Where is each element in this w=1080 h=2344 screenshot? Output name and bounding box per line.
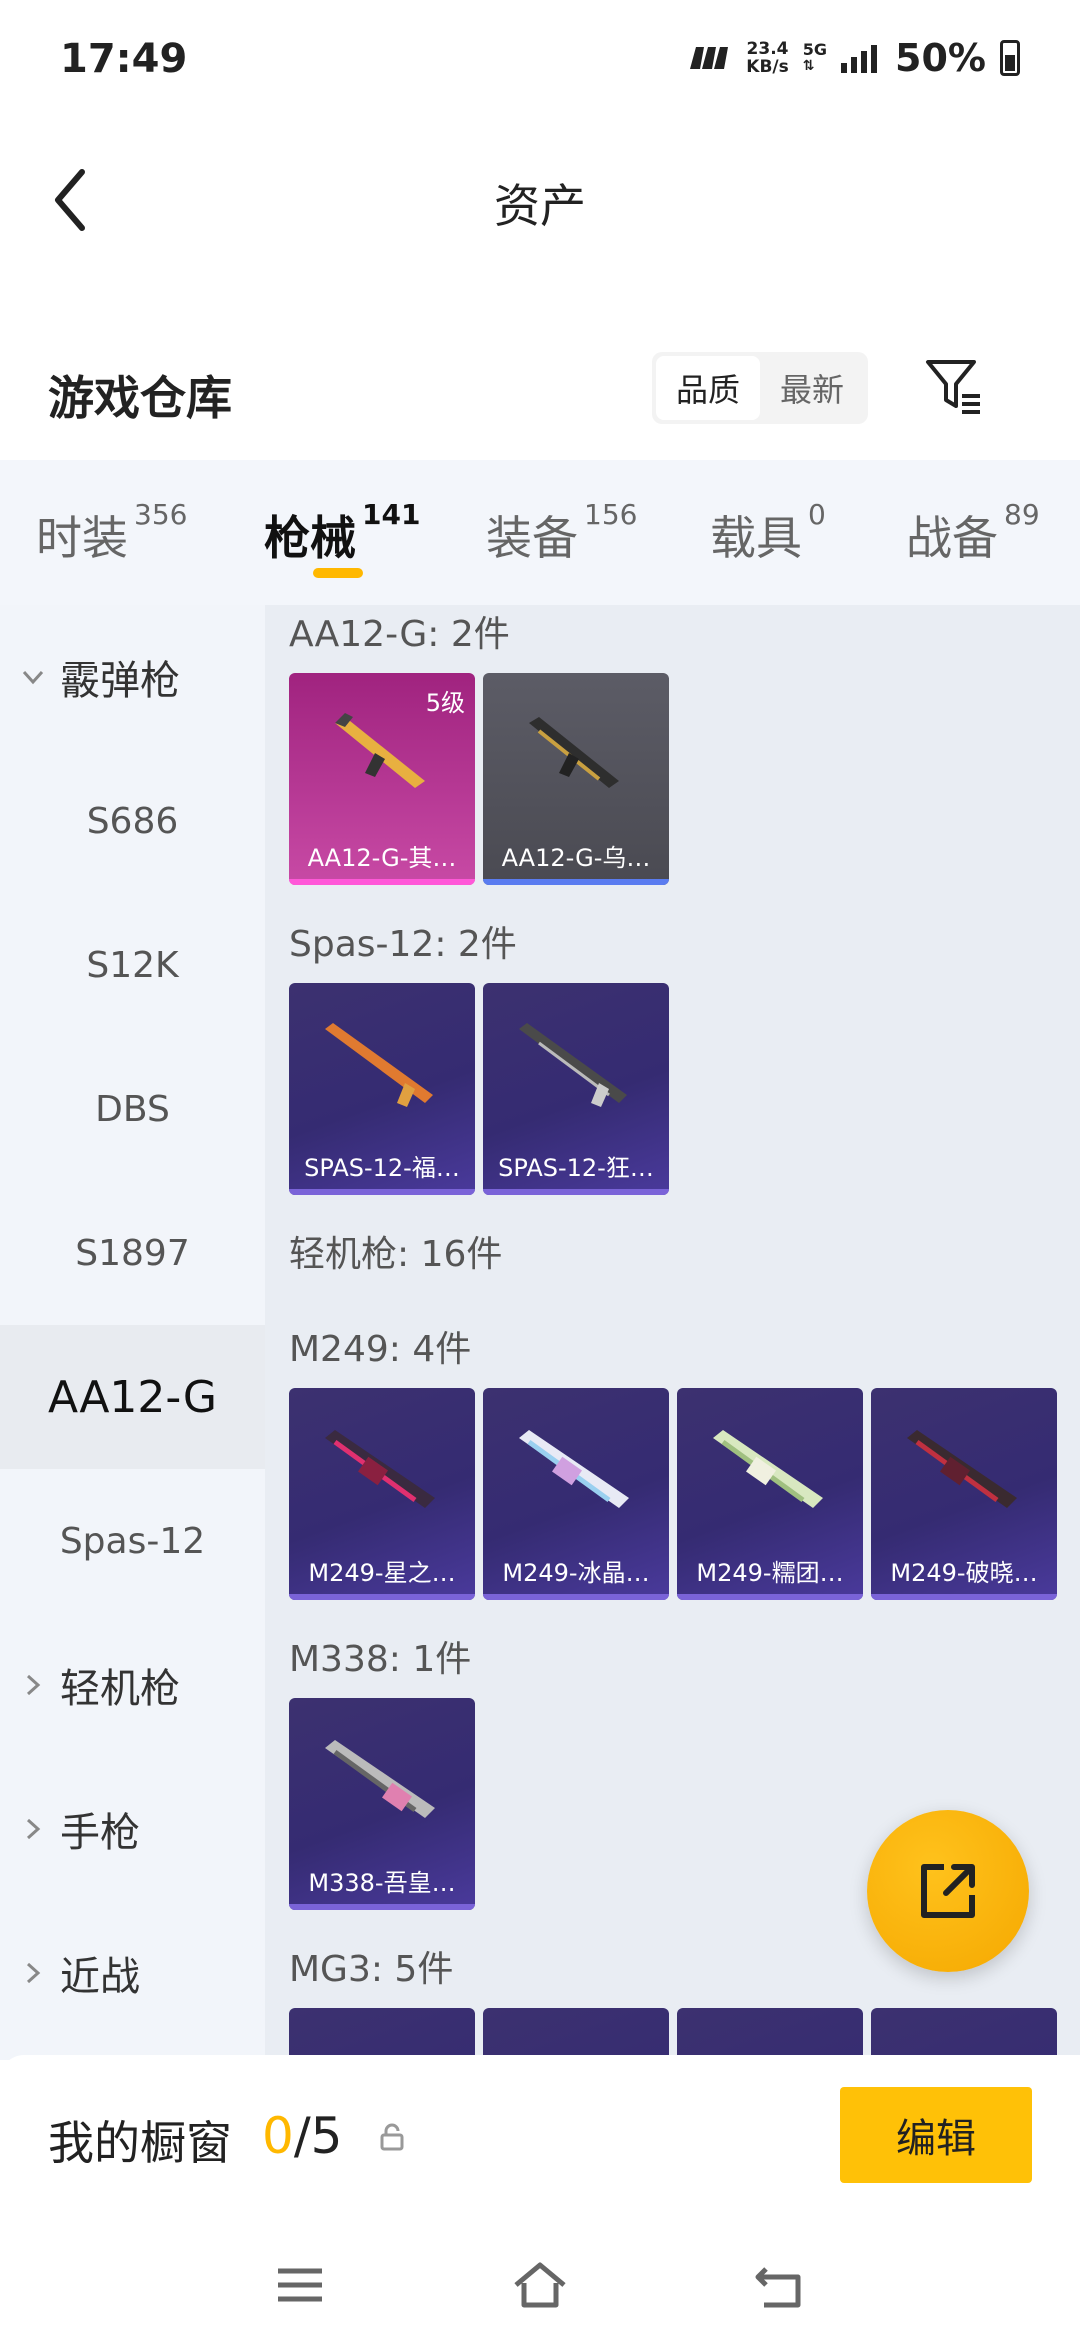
weapon-sidebar: 霰弹枪 S686 S12K DBS S1897 AA12-G Spas-12 轻… bbox=[0, 605, 265, 2060]
tab-equipment[interactable]: 装备 156 bbox=[486, 498, 637, 568]
status-bar: 17:49 23.4 KB/s 5G ⇅ 50% bbox=[0, 0, 1080, 120]
gun-icon bbox=[519, 1430, 629, 1508]
gun-icon bbox=[325, 1430, 435, 1508]
tab-supplies[interactable]: 战备 89 bbox=[906, 498, 1040, 568]
group-label-lmg: 轻机枪: 16件 bbox=[289, 1234, 503, 1275]
weapon-card[interactable] bbox=[483, 2008, 669, 2055]
system-nav-bar bbox=[0, 2225, 1080, 2344]
gun-icon bbox=[907, 1430, 1017, 1508]
sidebar-item-aa12g[interactable]: AA12-G bbox=[0, 1325, 265, 1469]
back-icon[interactable] bbox=[750, 2255, 810, 2315]
signal-icon bbox=[841, 45, 878, 73]
sidebar-item-s12k[interactable]: S12K bbox=[0, 893, 265, 1037]
status-right: 23.4 KB/s 5G ⇅ 50% bbox=[686, 36, 1020, 80]
sidebar-item-spas12[interactable]: Spas-12 bbox=[0, 1469, 265, 1613]
weapon-card[interactable]: 5级 AA12-G-其… bbox=[289, 673, 475, 885]
gun-icon bbox=[529, 717, 619, 788]
group-label-m249: M249: 4件 bbox=[289, 1329, 472, 1370]
gun-icon bbox=[325, 1023, 433, 1107]
weapon-card[interactable] bbox=[677, 2008, 863, 2055]
tab-vehicles[interactable]: 载具 0 bbox=[710, 498, 826, 568]
gun-icon bbox=[325, 1740, 435, 1818]
group-label-spas12: Spas-12: 2件 bbox=[289, 924, 517, 965]
sort-quality-button[interactable]: 品质 bbox=[656, 356, 760, 420]
sort-toggle: 品质 最新 bbox=[652, 352, 868, 424]
showcase-count: 0/5 bbox=[262, 2107, 343, 2165]
chevron-right-icon bbox=[26, 1674, 41, 1696]
sidebar-category-melee[interactable]: 近战 bbox=[0, 1901, 265, 2045]
lock-icon bbox=[380, 2123, 404, 2151]
network-speed: 23.4 KB/s bbox=[746, 39, 789, 77]
weapon-card[interactable]: M338-吾皇… bbox=[289, 1698, 475, 1910]
share-icon bbox=[921, 1864, 975, 1918]
sidebar-category-pistol[interactable]: 手枪 bbox=[0, 1757, 265, 1901]
weapon-card[interactable]: SPAS-12-福… bbox=[289, 983, 475, 1195]
battery-icon bbox=[1000, 40, 1020, 76]
weapon-card[interactable]: AA12-G-乌… bbox=[483, 673, 669, 885]
menu-icon[interactable] bbox=[270, 2255, 330, 2315]
sidebar-category-lmg[interactable]: 轻机枪 bbox=[0, 1613, 265, 1757]
chevron-right-icon bbox=[26, 1962, 41, 1984]
weapon-card[interactable]: M249-糯团… bbox=[677, 1388, 863, 1600]
tab-fashion[interactable]: 时装 356 bbox=[36, 498, 187, 568]
chevron-right-icon bbox=[26, 1818, 41, 1840]
weapon-card[interactable] bbox=[289, 2008, 475, 2055]
sidebar-item-dbs[interactable]: DBS bbox=[0, 1037, 265, 1181]
chevron-down-icon bbox=[22, 670, 44, 685]
active-tab-indicator bbox=[313, 568, 363, 578]
status-time: 17:49 bbox=[60, 36, 188, 82]
weapon-card[interactable]: M249-冰晶… bbox=[483, 1388, 669, 1600]
weapon-card[interactable] bbox=[871, 2008, 1057, 2055]
gun-icon bbox=[335, 713, 425, 788]
category-tabs: 时装 356 枪械 141 装备 156 载具 0 战备 89 bbox=[0, 460, 1080, 605]
tab-weapons[interactable]: 枪械 141 bbox=[264, 498, 420, 568]
filter-icon[interactable] bbox=[922, 354, 986, 418]
network-speed-logo-icon bbox=[690, 47, 729, 69]
group-label-mg3: MG3: 5件 bbox=[289, 1949, 454, 1990]
app-bar: 资产 bbox=[0, 120, 1080, 280]
sidebar-category-shotgun[interactable]: 霰弹枪 bbox=[0, 605, 265, 749]
page-title: 资产 bbox=[494, 179, 586, 233]
showcase-bar: 我的橱窗 0/5 编辑 bbox=[0, 2055, 1080, 2225]
battery-percent: 50% bbox=[895, 36, 986, 80]
edit-button[interactable]: 编辑 bbox=[840, 2087, 1032, 2183]
group-label-aa12g: AA12-G: 2件 bbox=[289, 614, 510, 655]
network-type: 5G ⇅ bbox=[802, 40, 828, 75]
share-button[interactable] bbox=[867, 1810, 1029, 1972]
gun-icon bbox=[519, 1023, 627, 1107]
home-icon[interactable] bbox=[510, 2255, 570, 2315]
warehouse-header: 游戏仓库 品质 最新 bbox=[0, 340, 1080, 460]
weapon-card[interactable]: SPAS-12-狂… bbox=[483, 983, 669, 1195]
weapon-card[interactable]: M249-星之… bbox=[289, 1388, 475, 1600]
sidebar-item-s686[interactable]: S686 bbox=[0, 749, 265, 893]
weapon-card[interactable]: M249-破晓… bbox=[871, 1388, 1057, 1600]
sort-newest-button[interactable]: 最新 bbox=[760, 356, 864, 420]
showcase-label: 我的橱窗 bbox=[48, 2116, 232, 2170]
warehouse-title: 游戏仓库 bbox=[48, 371, 232, 425]
sidebar-item-s1897[interactable]: S1897 bbox=[0, 1181, 265, 1325]
gun-icon bbox=[713, 1430, 823, 1508]
group-label-m338: M338: 1件 bbox=[289, 1639, 472, 1680]
